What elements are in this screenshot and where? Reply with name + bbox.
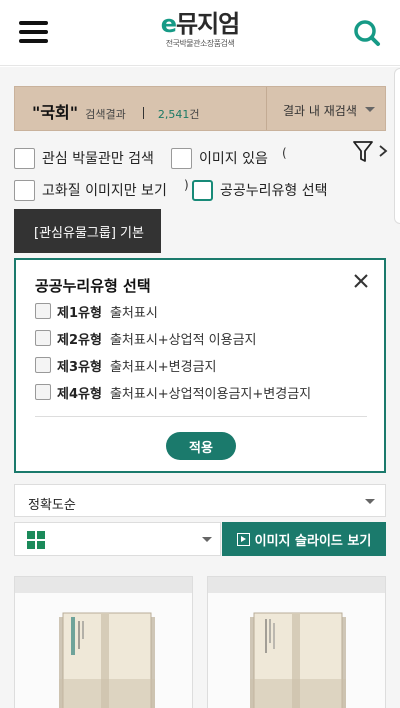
research-dropdown[interactable]: 결과 내 재검색 <box>283 102 357 119</box>
checkbox-box[interactable] <box>35 330 51 346</box>
search-query: "국회" <box>32 103 79 122</box>
play-icon <box>236 532 250 546</box>
license-option-4[interactable]: 제4유형 출처표시+상업적이용금지+변경금지 <box>35 382 311 402</box>
chevron-down-icon <box>365 499 375 504</box>
grid-view-icon <box>27 531 45 549</box>
chevron-down-icon <box>202 537 212 542</box>
panel-title: 공공누리유형 선택 <box>35 277 151 295</box>
logo[interactable]: e뮤지엄 전국박물관소장품검색 <box>158 10 242 49</box>
public-license-checkbox[interactable]: 공공누리유형 선택 <box>192 179 328 201</box>
license-option-2[interactable]: 제2유형 출처표시+상업적 이용금지 <box>35 328 257 348</box>
checkbox-box[interactable] <box>35 384 51 400</box>
view-mode-select[interactable] <box>14 522 221 556</box>
has-image-checkbox[interactable]: 이미지 있음 <box>171 147 268 169</box>
license-desc: 출처표시+상업적 이용금지 <box>109 332 257 348</box>
license-desc: 출처표시+상업적이용금지+변경금지 <box>109 386 312 402</box>
stray-paren-close: ) <box>184 178 189 192</box>
interest-museum-label: 관심 박물관만 검색 <box>42 151 154 167</box>
checkbox-box[interactable] <box>192 179 213 201</box>
logo-subtitle: 전국박물관소장품검색 <box>165 39 235 48</box>
result-count: 2,541 <box>157 108 190 121</box>
public-license-label: 공공누리유형 선택 <box>220 183 328 199</box>
checkbox-box[interactable] <box>35 303 51 319</box>
checkbox-box[interactable] <box>14 179 35 201</box>
interest-museum-checkbox[interactable]: 관심 박물관만 검색 <box>14 147 154 169</box>
result-label: 검색결과 <box>85 108 126 121</box>
hq-image-label: 고화질 이미지만 보기 <box>42 183 167 199</box>
license-type-panel: 공공누리유형 선택 제1유형 출처표시 제2유형 출처표시+상업적 이용금지 제… <box>14 258 386 473</box>
hamburger-menu-icon[interactable] <box>19 21 49 43</box>
license-type: 제3유형 <box>57 359 102 375</box>
interest-group-button[interactable]: [관심유물그룹] 기본 <box>14 209 161 253</box>
slide-label: 이미지 슬라이드 보기 <box>254 533 372 549</box>
result-count-unit: 건 <box>189 108 200 121</box>
chevron-down-icon[interactable] <box>365 107 375 112</box>
license-option-3[interactable]: 제3유형 출처표시+변경금지 <box>35 355 217 375</box>
license-desc: 출처표시 <box>109 305 158 321</box>
side-drawer-tab[interactable] <box>394 68 400 224</box>
has-image-label: 이미지 있음 <box>199 151 268 167</box>
filter-icon[interactable] <box>352 140 374 164</box>
result-card[interactable] <box>207 576 386 708</box>
panel-divider <box>35 416 367 417</box>
checkbox-box[interactable] <box>14 147 35 169</box>
card-thumbnail <box>208 593 385 708</box>
license-option-1[interactable]: 제1유형 출처표시 <box>35 301 158 321</box>
logo-text: 뮤지엄 <box>176 10 240 38</box>
close-icon[interactable] <box>352 272 370 290</box>
book-image <box>59 612 155 708</box>
search-icon[interactable] <box>352 18 382 48</box>
license-desc: 출처표시+변경금지 <box>109 359 217 375</box>
sort-selected: 정확도순 <box>28 498 76 513</box>
checkbox-box[interactable] <box>35 357 51 373</box>
result-separator <box>142 107 144 119</box>
card-thumbnail <box>15 593 192 708</box>
hq-image-checkbox[interactable]: 고화질 이미지만 보기 <box>14 179 167 201</box>
image-slide-button[interactable]: 이미지 슬라이드 보기 <box>222 522 386 556</box>
license-type: 제2유형 <box>57 332 102 348</box>
license-type: 제1유형 <box>57 305 102 321</box>
result-divider <box>266 87 267 130</box>
book-image <box>250 612 346 708</box>
search-result-bar: "국회" 검색결과 2,541건 결과 내 재검색 <box>14 86 386 131</box>
result-card[interactable] <box>14 576 193 708</box>
app-header: e뮤지엄 전국박물관소장품검색 <box>0 0 400 66</box>
apply-button[interactable]: 적용 <box>166 432 236 460</box>
checkbox-box[interactable] <box>171 147 192 169</box>
chevron-right-icon[interactable] <box>377 143 389 159</box>
license-type: 제4유형 <box>57 386 102 402</box>
sort-select[interactable]: 정확도순 <box>14 484 386 517</box>
logo-e: e <box>160 10 177 38</box>
stray-paren-open: ( <box>282 146 287 160</box>
